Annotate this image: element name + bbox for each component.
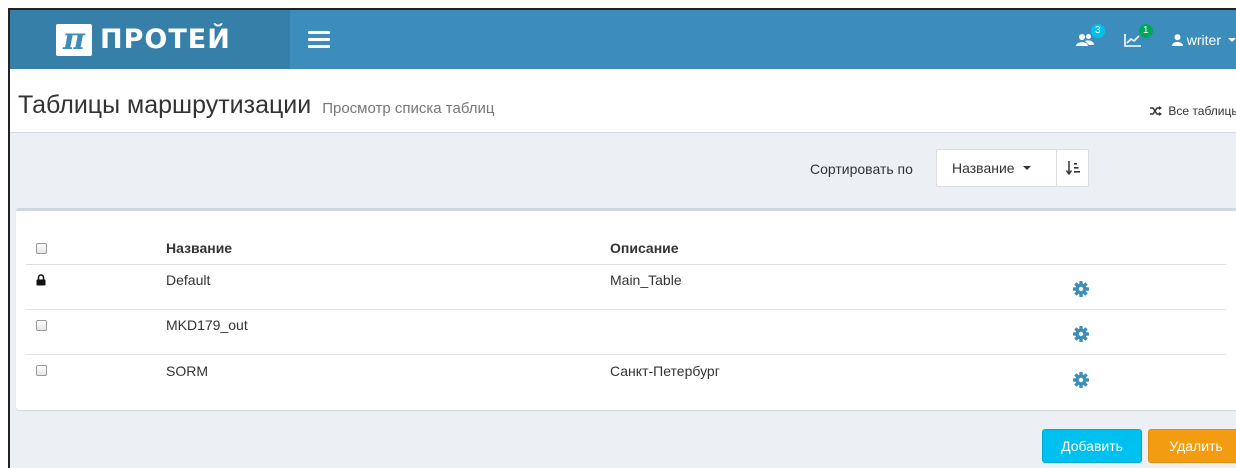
chevron-down-icon bbox=[1228, 37, 1236, 42]
top-navbar: π ПРОТЕЙ 3 1 writer bbox=[10, 10, 1236, 69]
row-name[interactable]: Default bbox=[166, 258, 210, 302]
users-badge: 3 bbox=[1090, 23, 1105, 38]
user-icon bbox=[1171, 33, 1183, 46]
tables-list-box: Название Описание Default Main_Table MKD… bbox=[16, 208, 1236, 410]
users-menu[interactable]: 3 bbox=[1075, 23, 1105, 47]
row-description: Санкт-Петербург bbox=[610, 362, 720, 379]
user-menu[interactable]: writer bbox=[1171, 31, 1236, 48]
all-tables-link[interactable]: Все таблицы bbox=[1150, 104, 1236, 118]
sort-field-dropdown[interactable]: Название bbox=[936, 149, 1057, 187]
row-settings-cell bbox=[1066, 312, 1096, 356]
gear-icon[interactable] bbox=[1073, 371, 1089, 388]
row-select-cell bbox=[36, 348, 56, 393]
logo-pi-icon: π bbox=[56, 23, 92, 56]
chevron-down-icon bbox=[1022, 166, 1031, 170]
page-title: Таблицы маршрутизации Просмотр списка та… bbox=[18, 91, 494, 120]
row-settings-cell bbox=[1066, 357, 1096, 402]
sort-label: Сортировать по bbox=[810, 161, 913, 177]
row-name[interactable]: MKD179_out bbox=[166, 303, 248, 347]
gear-icon[interactable] bbox=[1073, 326, 1089, 342]
sidebar-toggle-button[interactable] bbox=[308, 30, 330, 49]
add-button[interactable]: Добавить bbox=[1042, 429, 1142, 463]
sort-bar: Сортировать по Название bbox=[10, 134, 1236, 208]
sort-ascending-icon bbox=[1065, 161, 1080, 175]
select-all-checkbox[interactable] bbox=[36, 242, 47, 254]
shuffle-icon bbox=[1150, 106, 1163, 116]
delete-button[interactable]: Удалить bbox=[1148, 429, 1236, 463]
logo-text: ПРОТЕЙ bbox=[100, 24, 231, 55]
row-select-cell bbox=[36, 303, 56, 347]
row-settings-cell bbox=[1066, 267, 1096, 311]
logo[interactable]: π ПРОТЕЙ bbox=[10, 10, 290, 69]
user-name: writer bbox=[1186, 31, 1221, 48]
app-frame: π ПРОТЕЙ 3 1 writer Таблицы маршрутизаци… bbox=[8, 8, 1236, 468]
all-tables-label: Все таблицы bbox=[1168, 104, 1236, 118]
row-checkbox[interactable] bbox=[36, 319, 47, 331]
row-description: Main_Table bbox=[610, 272, 682, 288]
row-name[interactable]: SORM bbox=[166, 348, 208, 393]
lock-icon bbox=[36, 274, 46, 286]
sort-direction-button[interactable] bbox=[1057, 149, 1089, 187]
table-row[interactable]: SORM Санкт-Петербург bbox=[26, 355, 1226, 400]
page-subtitle: Просмотр списка таблиц bbox=[322, 100, 495, 117]
stats-badge: 1 bbox=[1138, 23, 1153, 38]
content-header: Таблицы маршрутизации Просмотр списка та… bbox=[10, 69, 1236, 133]
page-title-text: Таблицы маршрутизации bbox=[18, 91, 312, 119]
navbar-right: 3 1 writer bbox=[1050, 10, 1236, 69]
sort-selected-value: Название bbox=[952, 160, 1015, 176]
row-checkbox[interactable] bbox=[36, 365, 47, 376]
row-lock-cell bbox=[36, 258, 56, 302]
stats-menu[interactable]: 1 bbox=[1123, 23, 1153, 47]
gear-icon[interactable] bbox=[1073, 281, 1089, 297]
